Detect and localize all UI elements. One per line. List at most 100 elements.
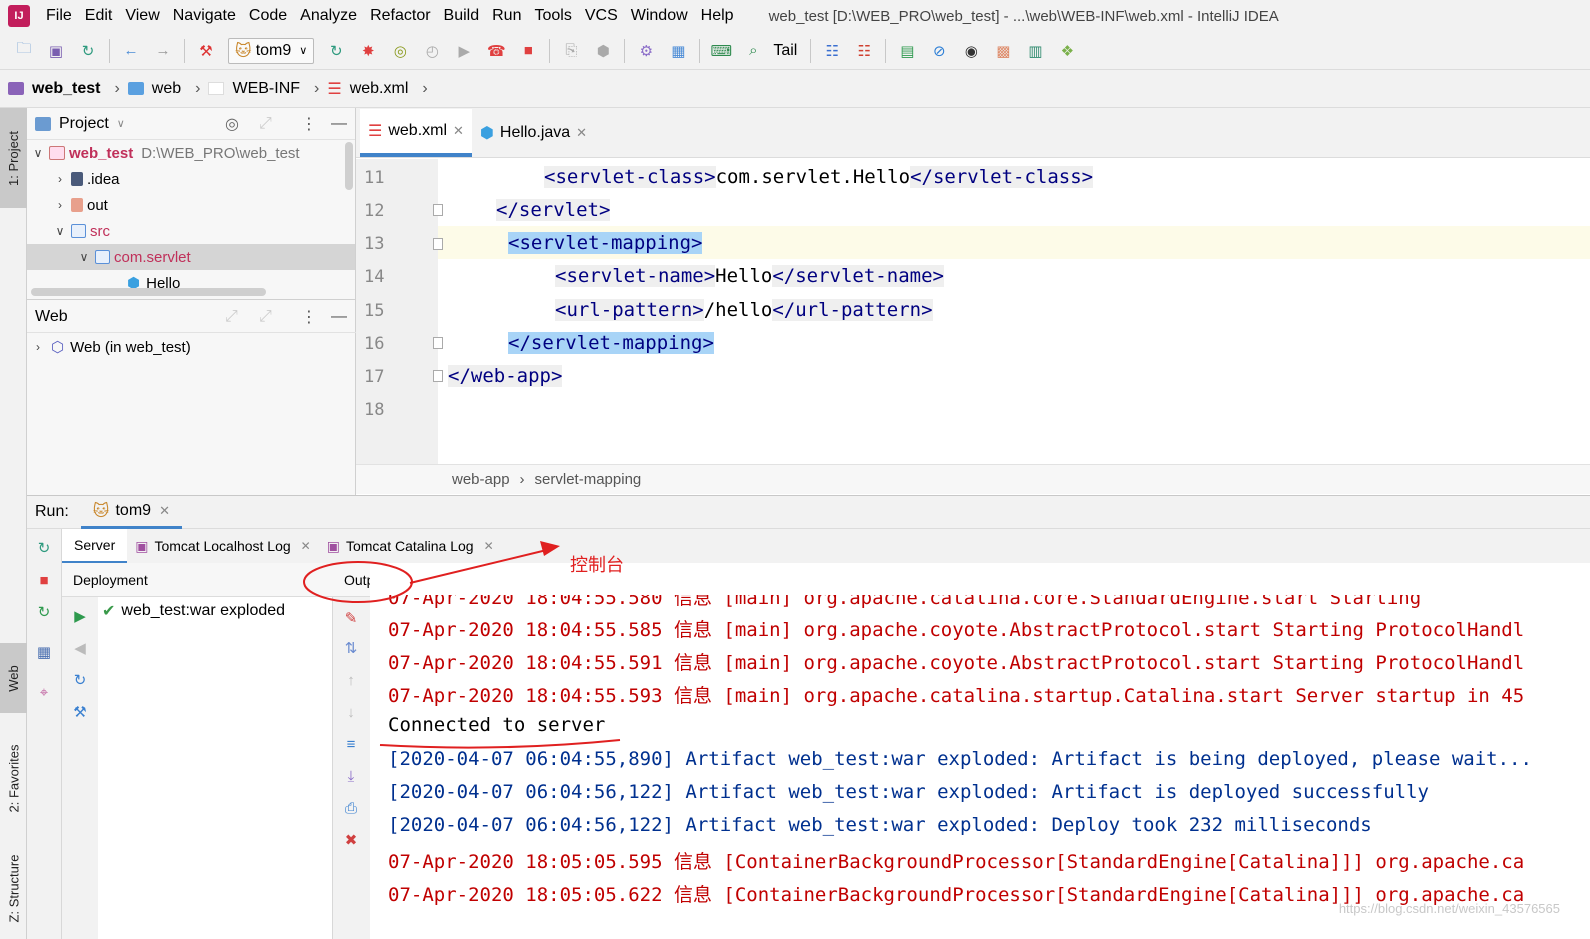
terminal-icon[interactable]: ⌨ bbox=[710, 40, 733, 62]
menu-run[interactable]: Run bbox=[492, 7, 521, 25]
refresh-icon[interactable]: ↻ bbox=[69, 669, 91, 691]
console-output[interactable]: 07-Apr-2020 18:04:55.580 信息 [main] org.a… bbox=[370, 563, 1590, 939]
options-menu-icon[interactable]: ⋮ bbox=[301, 307, 317, 327]
vertical-scrollbar[interactable] bbox=[345, 142, 353, 190]
chevron-down-icon[interactable]: ∨ bbox=[117, 117, 125, 130]
trash-icon[interactable]: ✖ bbox=[340, 829, 362, 851]
tree-row-out[interactable]: › out bbox=[27, 192, 355, 218]
code-line-15[interactable]: <url-pattern>/hello</url-pattern> bbox=[555, 299, 933, 321]
open-folder-icon[interactable]: 🗀 bbox=[13, 40, 35, 62]
menu-help[interactable]: Help bbox=[701, 7, 734, 25]
code-line-17[interactable]: </web-app> bbox=[448, 365, 563, 387]
attach-icon[interactable]: ☎ bbox=[485, 40, 507, 62]
settings-gear-icon[interactable]: ⚙ bbox=[635, 40, 657, 62]
run-config-dropdown[interactable]: 🐱 tom9 ∨ bbox=[228, 37, 315, 64]
fold-marker-icon[interactable] bbox=[433, 370, 443, 382]
record-icon[interactable]: ◉ bbox=[960, 40, 982, 62]
tree-row-web[interactable]: › ⬡ Web (in web_test) bbox=[27, 334, 191, 360]
back-arrow-icon[interactable]: ← bbox=[120, 40, 142, 62]
options-menu-icon[interactable]: ⋮ bbox=[301, 114, 317, 134]
menu-file[interactable]: File bbox=[46, 7, 72, 25]
down-arrow-icon[interactable]: ↓ bbox=[340, 701, 362, 723]
undeploy-icon[interactable]: ◀ bbox=[69, 637, 91, 659]
close-icon[interactable]: ✕ bbox=[159, 503, 170, 519]
menu-navigate[interactable]: Navigate bbox=[173, 7, 236, 25]
profile-icon[interactable]: ◴ bbox=[421, 40, 443, 62]
clear-icon[interactable]: ✎ bbox=[340, 607, 362, 629]
chevron-right-icon[interactable]: › bbox=[53, 172, 67, 186]
code-line-13[interactable]: <servlet-mapping> bbox=[508, 232, 703, 254]
structure-tool-tab[interactable]: Z: Structure bbox=[0, 843, 27, 933]
chevron-right-icon[interactable]: › bbox=[53, 198, 67, 212]
menu-view[interactable]: View bbox=[125, 7, 159, 25]
tab-hello-java[interactable]: ⬢ Hello.java ✕ bbox=[472, 109, 595, 157]
code-line-14[interactable]: <servlet-name>Hello</servlet-name> bbox=[555, 265, 944, 287]
fold-marker-icon[interactable] bbox=[433, 204, 443, 216]
horizontal-scrollbar[interactable] bbox=[31, 288, 266, 296]
debug-bug-icon[interactable]: ✸ bbox=[357, 40, 379, 62]
deploy-all-icon[interactable]: ▶ bbox=[69, 605, 91, 627]
layout-icon[interactable]: ▦ bbox=[33, 641, 55, 663]
print-icon[interactable]: ⎙ bbox=[340, 797, 362, 819]
close-icon[interactable]: ✕ bbox=[484, 539, 494, 553]
editor-breadcrumb-item[interactable]: servlet-mapping bbox=[535, 471, 642, 488]
build-hammer-icon[interactable]: ⚒ bbox=[69, 701, 91, 723]
tree-row-root[interactable]: ∨ web_test D:\WEB_PRO\web_test bbox=[27, 140, 355, 166]
menu-build[interactable]: Build bbox=[444, 7, 480, 25]
chart-plugin-icon[interactable]: ▥ bbox=[1024, 40, 1046, 62]
translate-alt-icon[interactable]: ☷ bbox=[853, 40, 875, 62]
grid-plugin-icon[interactable]: ▩ bbox=[992, 40, 1014, 62]
menu-analyze[interactable]: Analyze bbox=[300, 7, 357, 25]
tab-web-xml[interactable]: ☰ web.xml ✕ bbox=[360, 109, 472, 157]
code-line-16[interactable]: </servlet-mapping> bbox=[508, 332, 714, 354]
expand-icon[interactable]: ⤢ bbox=[225, 308, 238, 326]
soft-wrap-icon[interactable]: ≡ bbox=[340, 733, 362, 755]
breadcrumb-web[interactable]: web bbox=[127, 80, 181, 98]
close-icon[interactable]: ✕ bbox=[576, 125, 587, 141]
build-hammer-icon[interactable]: ⚒ bbox=[195, 40, 217, 62]
run-tab-tom9[interactable]: 🐱 tom9 ✕ bbox=[80, 495, 182, 529]
search-icon[interactable]: ⌕ bbox=[742, 40, 764, 62]
close-icon[interactable]: ✕ bbox=[301, 539, 311, 553]
fold-marker-icon[interactable] bbox=[433, 337, 443, 349]
hide-panel-icon[interactable]: — bbox=[331, 308, 347, 326]
translate-icon[interactable]: ☷ bbox=[821, 40, 843, 62]
project-tool-tab[interactable]: 1: Project bbox=[0, 108, 27, 208]
statistic-icon[interactable]: ▤ bbox=[896, 40, 918, 62]
web-tool-tab[interactable]: Web bbox=[0, 643, 27, 713]
chevron-right-icon[interactable]: › bbox=[31, 340, 45, 354]
code-line-12[interactable]: </servlet> bbox=[496, 199, 611, 221]
code-line-11[interactable]: <servlet-class>com.servlet.Hello</servle… bbox=[544, 166, 1094, 188]
puzzle-plugin-icon[interactable]: ❖ bbox=[1056, 40, 1078, 62]
chevron-down-icon[interactable]: ∨ bbox=[31, 146, 45, 160]
tree-row-com-servlet[interactable]: ∨ com.servlet bbox=[27, 244, 355, 270]
project-structure-icon[interactable]: ▦ bbox=[667, 40, 689, 62]
collapse-all-icon[interactable]: ⤢ bbox=[259, 115, 272, 133]
menu-tools[interactable]: Tools bbox=[534, 7, 571, 25]
chevron-down-icon[interactable]: ∨ bbox=[77, 250, 91, 264]
run-play-icon[interactable]: ▶ bbox=[453, 40, 475, 62]
project-panel-title[interactable]: Project bbox=[59, 115, 109, 133]
menu-vcs[interactable]: VCS bbox=[585, 7, 618, 25]
tab-server[interactable]: Server bbox=[62, 529, 128, 563]
no-entry-icon[interactable]: ⊘ bbox=[928, 40, 950, 62]
tree-row-idea[interactable]: › .idea bbox=[27, 166, 355, 192]
scroll-to-end-icon[interactable]: ⤓ bbox=[340, 765, 362, 787]
breadcrumb-web-test[interactable]: web_test bbox=[8, 80, 100, 98]
close-icon[interactable]: ✕ bbox=[453, 123, 464, 139]
pin-icon[interactable]: ⌖ bbox=[33, 681, 55, 703]
menu-edit[interactable]: Edit bbox=[85, 7, 113, 25]
breadcrumb-web-xml[interactable]: ☰ web.xml bbox=[327, 79, 408, 99]
sort-icon[interactable]: ⇅ bbox=[340, 637, 362, 659]
save-icon[interactable]: ▣ bbox=[45, 40, 67, 62]
tab-tomcat-localhost-log[interactable]: ▣ Tomcat Localhost Log ✕ bbox=[127, 538, 319, 555]
breadcrumb-web-inf[interactable]: WEB-INF bbox=[208, 80, 300, 98]
menu-window[interactable]: Window bbox=[631, 7, 688, 25]
vcs-update-icon[interactable]: ⎘ bbox=[560, 40, 582, 62]
editor-breadcrumb-item[interactable]: web-app bbox=[452, 471, 510, 488]
rerun-icon[interactable]: ↻ bbox=[325, 40, 347, 62]
tail-button[interactable]: Tail bbox=[773, 42, 797, 60]
favorites-tool-tab[interactable]: 2: Favorites bbox=[0, 728, 27, 828]
fold-marker-icon[interactable] bbox=[433, 238, 443, 250]
chevron-down-icon[interactable]: ∨ bbox=[53, 224, 67, 238]
